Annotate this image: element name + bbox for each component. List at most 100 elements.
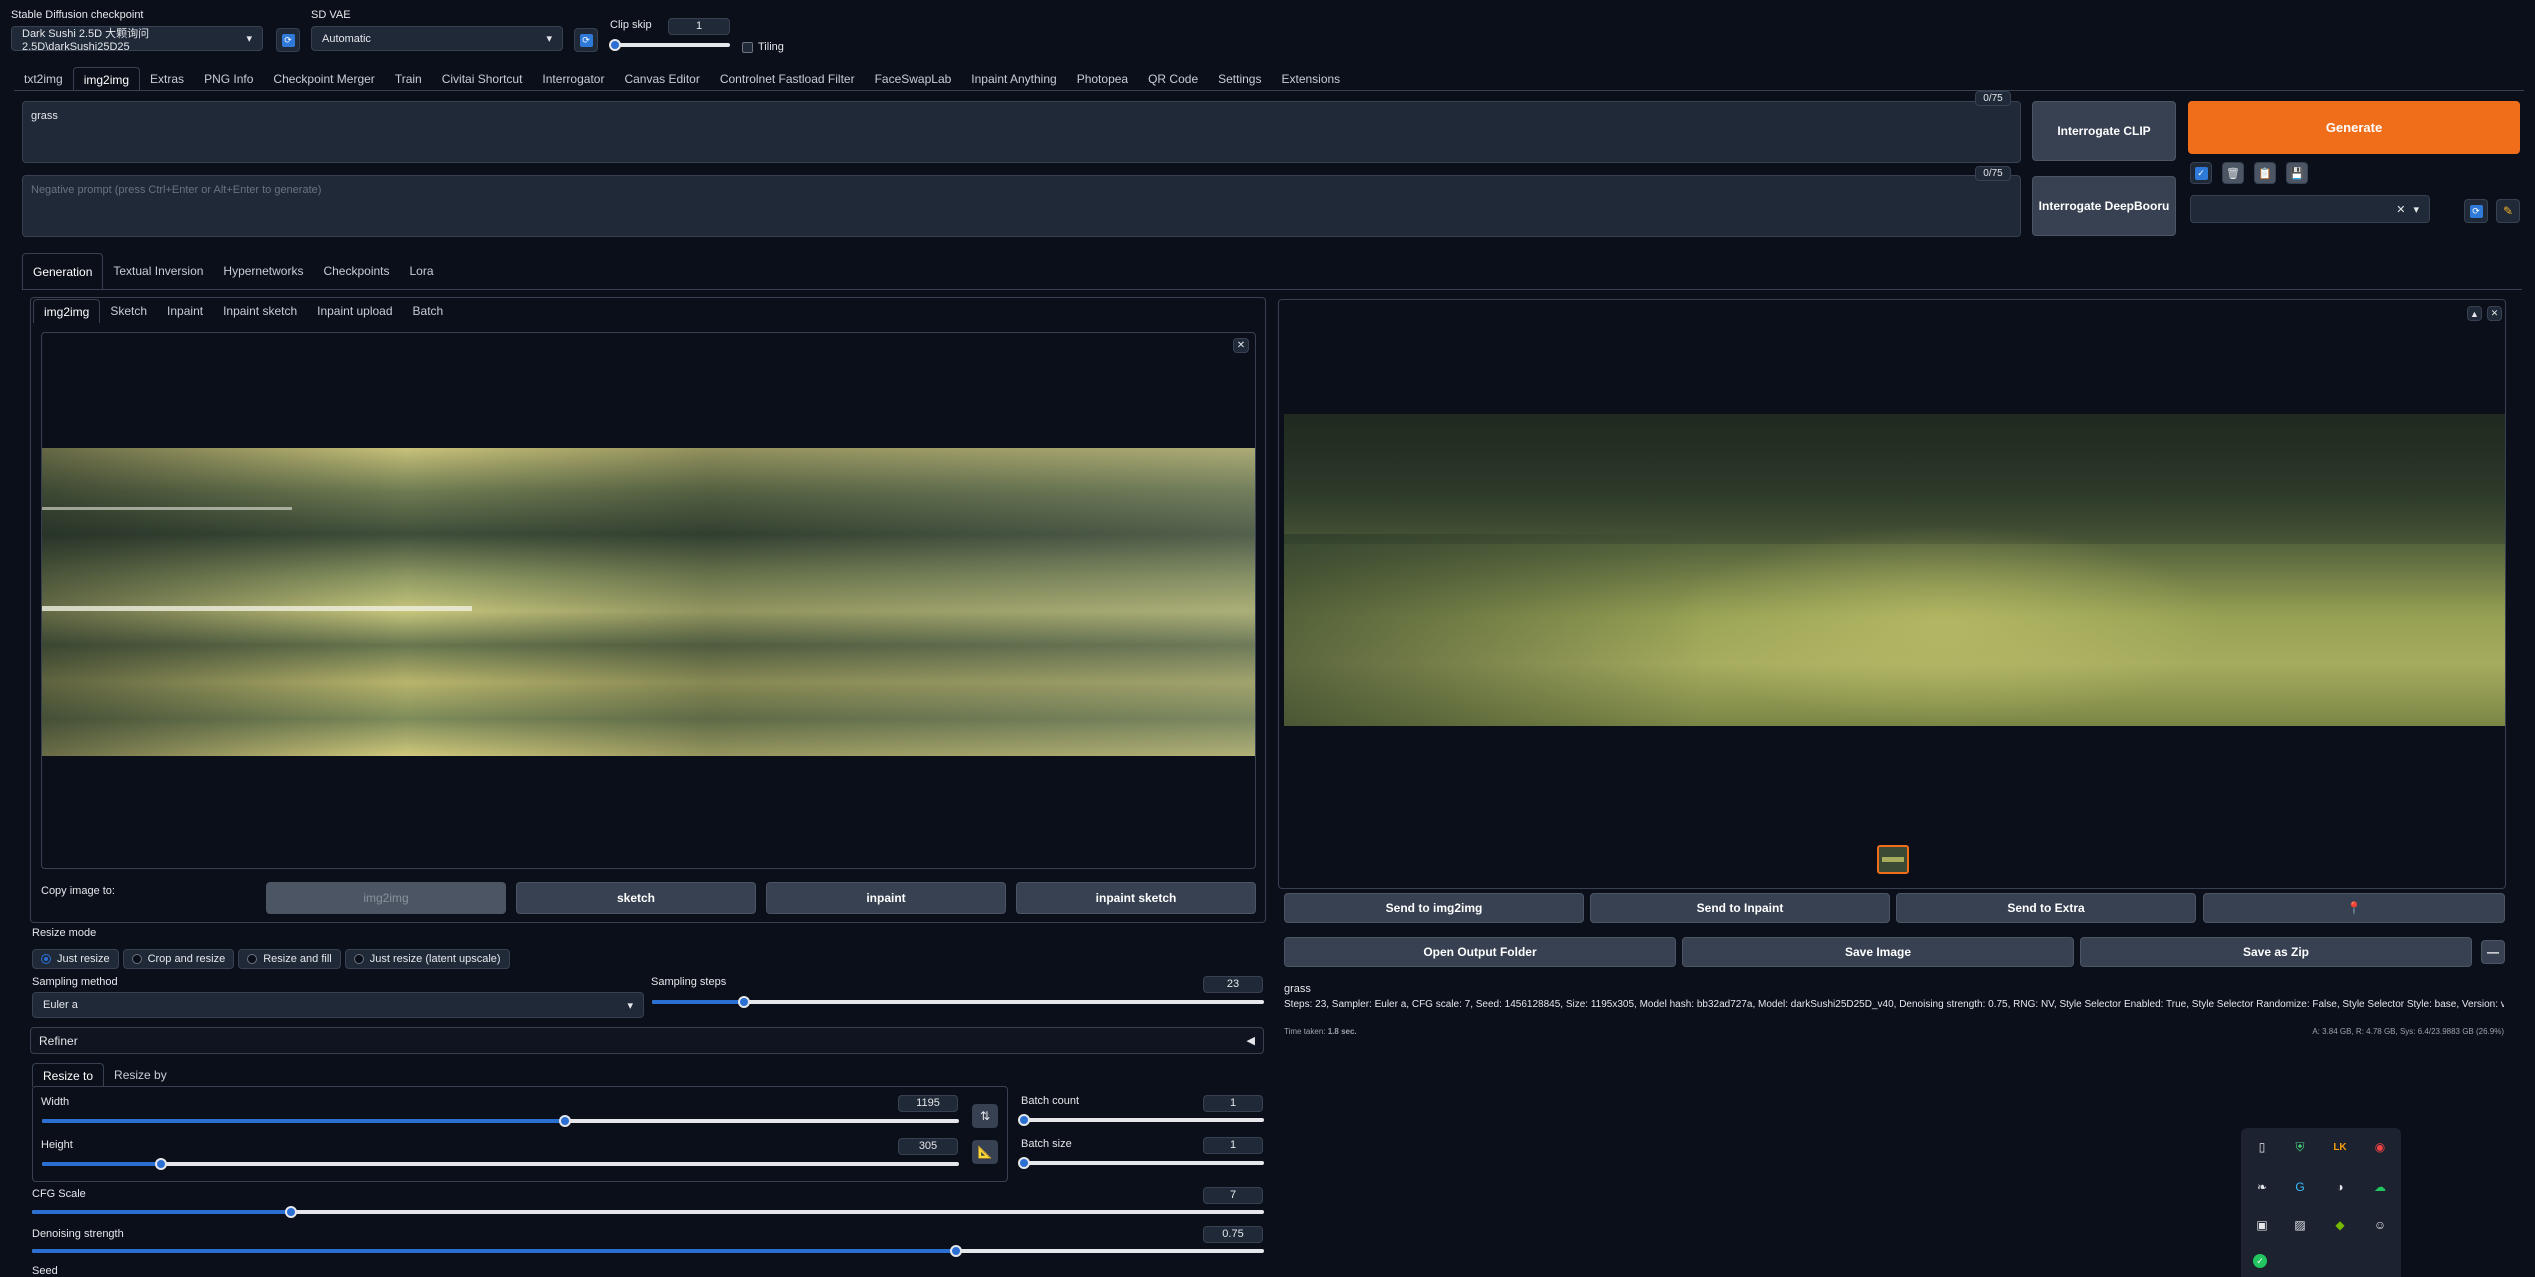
tab-img2img-mode[interactable]: img2img	[33, 299, 101, 323]
save-style-button[interactable]: 💾	[2286, 162, 2308, 184]
height-input[interactable]: 305	[898, 1138, 958, 1155]
copy-to-inpaint-button[interactable]: inpaint	[766, 882, 1006, 914]
interrogate-deepbooru-button[interactable]: Interrogate DeepBooru	[2032, 176, 2176, 236]
refresh-checkpoint-button[interactable]: ⟳	[276, 28, 300, 52]
output-thumbnail[interactable]	[1877, 845, 1909, 874]
denoising-strength-input[interactable]: 0.75	[1203, 1226, 1263, 1243]
batch-size-input[interactable]: 1	[1203, 1137, 1263, 1154]
tab-generation[interactable]: Generation	[22, 253, 104, 289]
tab-lora[interactable]: Lora	[400, 253, 444, 289]
tab-qr-code[interactable]: QR Code	[1138, 67, 1208, 91]
close-preview-button[interactable]: ✕	[2487, 306, 2502, 321]
width-input[interactable]: 1195	[898, 1095, 958, 1112]
cloud-icon[interactable]: ☁	[2371, 1178, 2389, 1196]
tab-extras[interactable]: Extras	[140, 67, 194, 91]
styles-dropdown[interactable]: ✕ ▾	[2190, 195, 2430, 223]
sampling-method-dropdown[interactable]: Euler a ▾	[32, 992, 644, 1018]
sampling-steps-slider[interactable]	[652, 996, 1264, 1008]
cfg-scale-slider[interactable]	[32, 1206, 1264, 1218]
shield-icon[interactable]: ⛨	[2291, 1138, 2309, 1156]
tab-inpaint-sketch[interactable]: Inpaint sketch	[213, 299, 307, 323]
denoising-strength-slider[interactable]	[32, 1245, 1264, 1257]
tab-inpaint-anything[interactable]: Inpaint Anything	[961, 67, 1066, 91]
fullscreen-button[interactable]: ▲	[2467, 306, 2482, 321]
refresh-styles-button[interactable]: ⟳	[2464, 199, 2488, 223]
tab-civitai-shortcut[interactable]: Civitai Shortcut	[432, 67, 533, 91]
style-apply-button[interactable]: ✓	[2190, 162, 2212, 184]
chrome-icon[interactable]: ◉	[2371, 1138, 2389, 1156]
delete-image-button[interactable]: —	[2481, 940, 2505, 964]
clear-image-button[interactable]: ✕	[1233, 338, 1249, 353]
resize-mode-just-resize[interactable]: Just resize	[32, 949, 119, 969]
tab-hypernetworks[interactable]: Hypernetworks	[213, 253, 313, 289]
tab-photopea[interactable]: Photopea	[1067, 67, 1138, 91]
image-icon[interactable]: ▨	[2291, 1216, 2309, 1234]
check-icon[interactable]: ✓	[2253, 1254, 2267, 1268]
tab-settings[interactable]: Settings	[1208, 67, 1271, 91]
copy-to-img2img-button[interactable]: img2img	[266, 882, 506, 914]
batch-count-slider[interactable]	[1018, 1114, 1264, 1126]
send-to-img2img-button[interactable]: Send to img2img	[1284, 893, 1584, 923]
clear-icon[interactable]: ✕	[2396, 203, 2405, 216]
tab-img2img[interactable]: img2img	[72, 67, 141, 91]
tiling-checkbox[interactable]	[742, 42, 753, 53]
sampling-steps-input[interactable]: 23	[1203, 976, 1263, 993]
tab-inpaint-upload[interactable]: Inpaint upload	[307, 299, 402, 323]
refiner-accordion[interactable]: Refiner ◀	[30, 1027, 1264, 1054]
vae-dropdown[interactable]: Automatic ▾	[311, 26, 563, 51]
refresh-vae-button[interactable]: ⟳	[574, 28, 598, 52]
discord-icon[interactable]: ☺	[2371, 1216, 2389, 1234]
send-to-other-button[interactable]: 📍	[2203, 893, 2505, 923]
lk-app-icon[interactable]: LK	[2331, 1138, 2349, 1156]
paste-button[interactable]: 📋	[2254, 162, 2276, 184]
send-to-inpaint-button[interactable]: Send to Inpaint	[1590, 893, 1890, 923]
tab-png-info[interactable]: PNG Info	[194, 67, 263, 91]
tab-batch[interactable]: Batch	[403, 299, 454, 323]
batch-size-slider[interactable]	[1018, 1157, 1264, 1169]
interrogate-clip-button[interactable]: Interrogate CLIP	[2032, 101, 2176, 161]
leaf-icon[interactable]: ❧	[2253, 1178, 2271, 1196]
display-icon[interactable]: ▣	[2253, 1216, 2271, 1234]
width-slider[interactable]	[42, 1115, 959, 1127]
tab-resize-to[interactable]: Resize to	[32, 1063, 105, 1087]
resize-mode-crop-and-resize[interactable]: Crop and resize	[122, 949, 235, 969]
tab-interrogator[interactable]: Interrogator	[532, 67, 614, 91]
resize-mode-latent-upscale[interactable]: Just resize (latent upscale)	[344, 949, 510, 969]
copy-to-inpaint-sketch-button[interactable]: inpaint sketch	[1016, 882, 1256, 914]
tab-sketch[interactable]: Sketch	[100, 299, 157, 323]
nvidia-icon[interactable]: ◆	[2331, 1216, 2349, 1234]
tab-textual-inversion[interactable]: Textual Inversion	[103, 253, 213, 289]
tab-inpaint[interactable]: Inpaint	[157, 299, 213, 323]
clear-prompt-button[interactable]: 🗑	[2222, 162, 2244, 184]
tab-canvas-editor[interactable]: Canvas Editor	[614, 67, 709, 91]
clip-skip-slider[interactable]	[609, 39, 730, 51]
save-as-zip-button[interactable]: Save as Zip	[2080, 937, 2472, 967]
output-image[interactable]	[1284, 414, 2505, 726]
usb-icon[interactable]: ▯	[2253, 1138, 2271, 1156]
send-to-extras-button[interactable]: Send to Extra	[1896, 893, 2196, 923]
tab-train[interactable]: Train	[385, 67, 432, 91]
generate-button[interactable]: Generate	[2188, 101, 2520, 154]
copy-to-sketch-button[interactable]: sketch	[516, 882, 756, 914]
checkpoint-dropdown[interactable]: Dark Sushi 2.5D 大颗询问2.5D\darkSushi25D25 …	[11, 26, 263, 53]
resize-mode-resize-and-fill[interactable]: Resize and fill	[238, 949, 341, 969]
tab-resize-by[interactable]: Resize by	[104, 1063, 177, 1087]
swap-dimensions-button[interactable]: ⇅	[972, 1104, 998, 1128]
tab-faceswaplab[interactable]: FaceSwapLab	[865, 67, 962, 91]
tab-checkpoint-merger[interactable]: Checkpoint Merger	[263, 67, 384, 91]
auto-size-button[interactable]: 📐	[972, 1140, 998, 1164]
tab-txt2img[interactable]: txt2img	[14, 67, 73, 91]
tab-checkpoints[interactable]: Checkpoints	[313, 253, 399, 289]
steam-icon[interactable]: ◑	[2331, 1178, 2349, 1196]
tab-extensions[interactable]: Extensions	[1271, 67, 1350, 91]
edit-styles-button[interactable]: ✎	[2496, 199, 2520, 223]
clip-skip-input[interactable]: 1	[668, 18, 730, 35]
logitech-icon[interactable]: G	[2291, 1178, 2309, 1196]
prompt-input[interactable]: grass	[22, 101, 2021, 163]
tab-controlnet-fastload-filter[interactable]: Controlnet Fastload Filter	[710, 67, 865, 91]
batch-count-input[interactable]: 1	[1203, 1095, 1263, 1112]
cfg-scale-input[interactable]: 7	[1203, 1187, 1263, 1204]
save-image-button[interactable]: Save Image	[1682, 937, 2074, 967]
height-slider[interactable]	[42, 1158, 959, 1170]
open-output-folder-button[interactable]: Open Output Folder	[1284, 937, 1676, 967]
